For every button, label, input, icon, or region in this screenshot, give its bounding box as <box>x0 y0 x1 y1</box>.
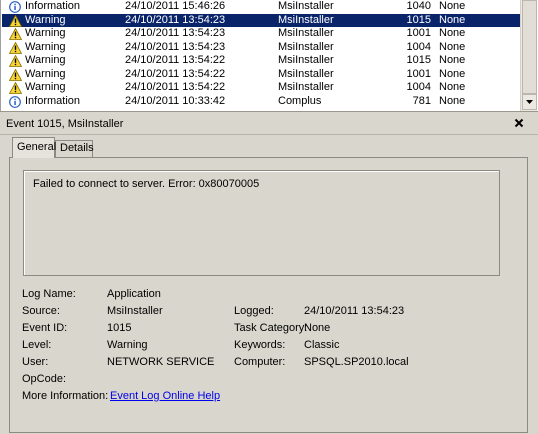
event-source-cell: MsiInstaller <box>278 67 334 80</box>
logged-label: Logged: <box>234 305 274 317</box>
event-row[interactable]: Warning 24/10/2011 13:54:23 MsiInstaller 10… <box>2 27 520 41</box>
warning-icon <box>8 27 23 40</box>
scroll-down-button[interactable] <box>522 94 537 110</box>
event-level-cell: Warning <box>25 54 66 66</box>
warning-icon <box>8 54 23 67</box>
event-id-cell: 1015 <box>406 13 431 26</box>
event-date-cell: 24/10/2011 13:54:22 <box>125 54 226 66</box>
event-id-cell: 1004 <box>406 81 431 93</box>
event-level-cell: Information <box>25 0 81 12</box>
details-title: Event 1015, MsiInstaller <box>6 118 124 130</box>
more-information-label: More Information: <box>22 390 109 402</box>
tab-details[interactable]: Details <box>55 140 94 158</box>
event-level-cell: Warning <box>25 40 66 53</box>
warning-icon <box>8 81 23 94</box>
information-icon <box>9 95 22 108</box>
event-task-cell: None <box>439 0 466 12</box>
event-source-cell: MsiInstaller <box>278 81 334 93</box>
computer-label: Computer: <box>234 356 286 368</box>
event-message-text: Failed to connect to server. Error: 0x80… <box>33 178 260 190</box>
event-task-cell: None <box>439 81 466 93</box>
event-date-cell: 24/10/2011 10:33:42 <box>125 94 226 107</box>
information-icon <box>9 1 22 13</box>
event-list[interactable]: Information 24/10/2011 15:46:26 MsiInstall… <box>0 0 538 111</box>
event-date-cell: 24/10/2011 13:54:23 <box>125 27 226 39</box>
event-level-cell: Warning <box>25 81 66 93</box>
event-date-cell: 24/10/2011 13:54:22 <box>125 81 226 93</box>
source-label: Source: <box>22 305 60 317</box>
event-row[interactable]: Information 24/10/2011 15:46:26 MsiInstall… <box>2 0 520 14</box>
event-id-cell: 1015 <box>406 54 431 66</box>
event-row[interactable]: Warning 24/10/2011 13:54:22 MsiInstaller 10… <box>2 54 520 68</box>
event-task-cell: None <box>439 54 466 66</box>
computer-value: SPSQL.SP2010.local <box>304 356 409 368</box>
event-level-cell: Warning <box>25 13 66 26</box>
opcode-label: OpCode: <box>22 373 67 385</box>
event-id-value: 1015 <box>107 322 132 334</box>
event-source-cell: Complus <box>278 94 322 107</box>
event-level-cell: Information <box>25 94 81 107</box>
event-row[interactable]: Warning 24/10/2011 13:54:23 MsiInstaller 10… <box>2 13 520 27</box>
general-tab-panel: Failed to connect to server. Error: 0x80… <box>9 157 528 433</box>
event-id-cell: 1001 <box>406 67 431 80</box>
close-icon[interactable] <box>513 117 525 129</box>
scrollbar-thumb[interactable] <box>522 0 537 94</box>
event-source-cell: MsiInstaller <box>278 0 334 12</box>
level-label: Level: <box>22 339 52 351</box>
event-log-online-help-link[interactable]: Event Log Online Help <box>110 390 220 402</box>
event-source-cell: MsiInstaller <box>278 13 334 26</box>
event-date-cell: 24/10/2011 13:54:22 <box>125 67 226 80</box>
warning-icon <box>8 41 23 54</box>
warning-icon <box>8 14 23 27</box>
event-id-label: Event ID: <box>22 322 68 334</box>
event-level-cell: Warning <box>25 67 66 80</box>
event-row[interactable]: Warning 24/10/2011 13:54:23 MsiInstaller 10… <box>2 41 520 55</box>
event-source-cell: MsiInstaller <box>278 54 334 66</box>
event-task-cell: None <box>439 67 466 80</box>
logged-value: 24/10/2011 13:54:23 <box>304 305 405 317</box>
chevron-down-icon <box>526 100 533 104</box>
user-value: NETWORK SERVICE <box>107 356 215 368</box>
source-value: MsiInstaller <box>107 305 163 317</box>
vertical-scrollbar[interactable] <box>520 0 537 111</box>
event-id-cell: 1001 <box>406 27 431 39</box>
event-id-cell: 781 <box>412 94 431 107</box>
event-date-cell: 24/10/2011 13:54:23 <box>125 13 226 26</box>
keywords-label: Keywords: <box>234 339 286 351</box>
event-task-cell: None <box>439 94 466 107</box>
details-header: Event 1015, MsiInstaller <box>0 112 538 135</box>
task-category-label: Task Category: <box>234 322 308 334</box>
event-date-cell: 24/10/2011 15:46:26 <box>125 0 226 12</box>
event-id-cell: 1040 <box>406 0 431 12</box>
event-row[interactable]: Information 24/10/2011 10:33:42 Complus 781… <box>2 95 520 109</box>
warning-icon <box>8 68 23 81</box>
event-task-cell: None <box>439 13 466 26</box>
event-details-pane: Event 1015, MsiInstaller General Details… <box>0 111 538 434</box>
tab-general[interactable]: General <box>12 137 56 158</box>
event-row[interactable]: Warning 24/10/2011 13:54:22 MsiInstaller 10… <box>2 68 520 82</box>
event-source-cell: MsiInstaller <box>278 27 334 39</box>
event-message-box[interactable]: Failed to connect to server. Error: 0x80… <box>23 170 500 276</box>
event-level-cell: Warning <box>25 27 66 39</box>
event-task-cell: None <box>439 40 466 53</box>
log-name-value: Application <box>107 288 161 300</box>
task-category-value: None <box>304 322 331 334</box>
event-source-cell: MsiInstaller <box>278 40 334 53</box>
event-task-cell: None <box>439 27 466 39</box>
event-row[interactable]: Warning 24/10/2011 13:54:22 MsiInstaller 10… <box>2 81 520 95</box>
user-label: User: <box>22 356 49 368</box>
event-id-cell: 1004 <box>406 40 431 53</box>
level-value: Warning <box>107 339 148 351</box>
keywords-value: Classic <box>304 339 340 351</box>
log-name-label: Log Name: <box>22 288 76 300</box>
event-date-cell: 24/10/2011 13:54:23 <box>125 40 226 53</box>
